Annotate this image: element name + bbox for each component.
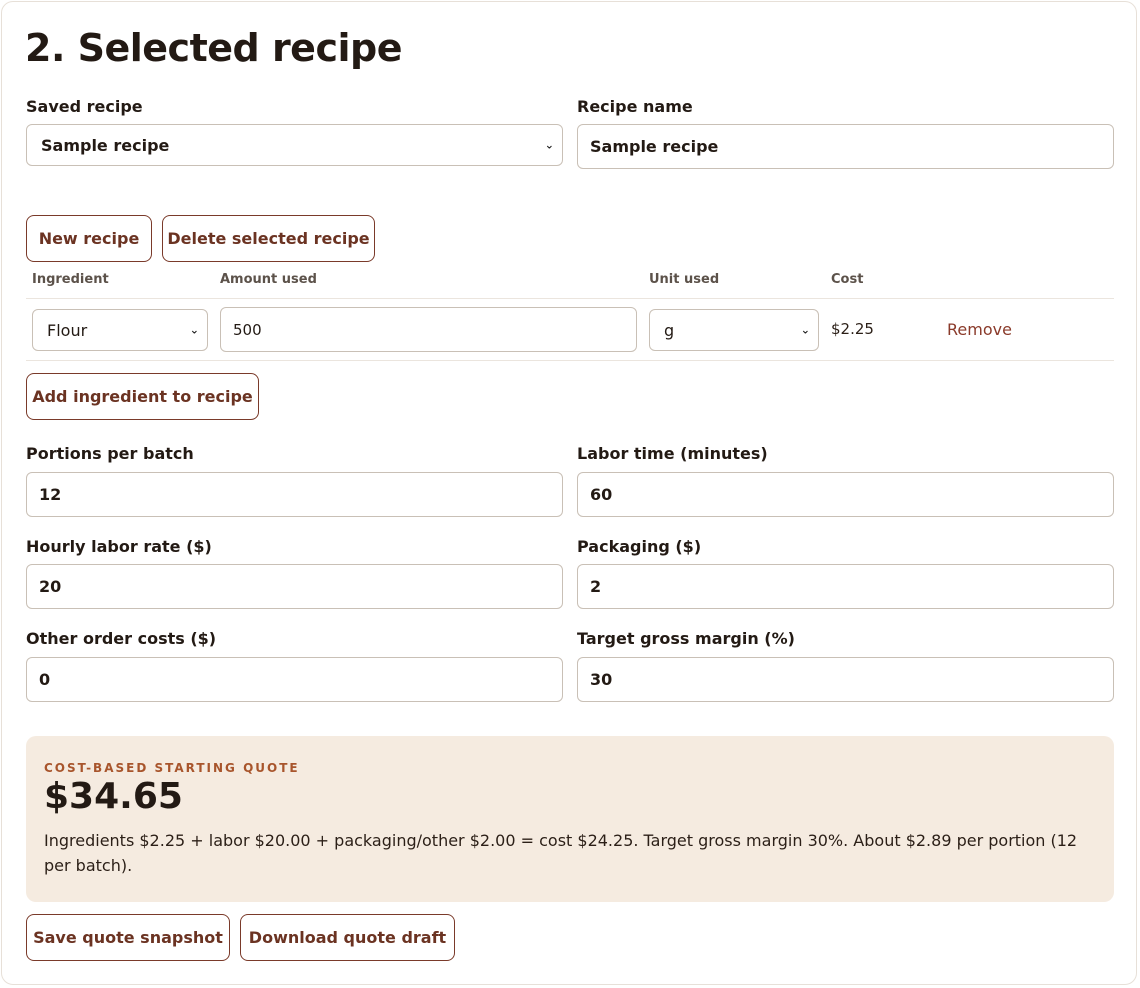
quote-detail: Ingredients $2.25 + labor $20.00 + packa… <box>44 831 1078 875</box>
labor-time-input[interactable] <box>577 472 1114 517</box>
unit-select[interactable]: g ⌄ <box>649 309 819 351</box>
labor-time-label: Labor time (minutes) <box>577 444 768 463</box>
save-quote-snapshot-button[interactable]: Save quote snapshot <box>26 914 230 961</box>
unit-value: g <box>664 320 675 340</box>
ingredient-cost: $2.25 <box>831 320 874 338</box>
chevron-down-icon: ⌄ <box>544 138 554 152</box>
target-margin-label: Target gross margin (%) <box>577 629 795 648</box>
ingredient-value: Flour <box>47 320 88 340</box>
saved-recipe-label: Saved recipe <box>26 97 143 116</box>
download-quote-draft-button[interactable]: Download quote draft <box>240 914 455 961</box>
column-header-ingredient: Ingredient <box>32 272 109 287</box>
ingredient-select[interactable]: Flour ⌄ <box>32 309 208 351</box>
chevron-down-icon: ⌄ <box>800 323 810 337</box>
labor-rate-label: Hourly labor rate ($) <box>26 537 212 556</box>
other-costs-input[interactable] <box>26 657 563 702</box>
other-costs-label: Other order costs ($) <box>26 629 217 648</box>
recipe-name-input[interactable] <box>577 124 1114 169</box>
target-margin-input[interactable] <box>577 657 1114 702</box>
amount-input[interactable] <box>220 307 637 352</box>
quote-amount: $34.65 <box>44 776 183 817</box>
table-divider <box>26 360 1114 361</box>
add-ingredient-button[interactable]: Add ingredient to recipe <box>26 373 259 420</box>
quote-summary-panel: COST-BASED STARTING QUOTE $34.65 Ingredi… <box>26 736 1114 902</box>
portions-label: Portions per batch <box>26 444 194 463</box>
new-recipe-button[interactable]: New recipe <box>26 215 152 262</box>
section-title: 2. Selected recipe <box>25 26 402 70</box>
column-header-amount: Amount used <box>220 272 317 287</box>
packaging-label: Packaging ($) <box>577 537 702 556</box>
column-header-cost: Cost <box>831 272 864 287</box>
column-header-unit: Unit used <box>649 272 720 287</box>
recipe-name-label: Recipe name <box>577 97 693 116</box>
saved-recipe-value: Sample recipe <box>41 135 170 155</box>
portions-input[interactable] <box>26 472 563 517</box>
quote-kicker: COST-BASED STARTING QUOTE <box>44 761 300 775</box>
saved-recipe-select[interactable]: Sample recipe ⌄ <box>26 124 563 166</box>
packaging-input[interactable] <box>577 564 1114 609</box>
chevron-down-icon: ⌄ <box>189 323 199 337</box>
remove-ingredient-link[interactable]: Remove <box>947 320 1012 339</box>
table-divider <box>26 298 1114 299</box>
labor-rate-input[interactable] <box>26 564 563 609</box>
delete-recipe-button[interactable]: Delete selected recipe <box>162 215 375 262</box>
